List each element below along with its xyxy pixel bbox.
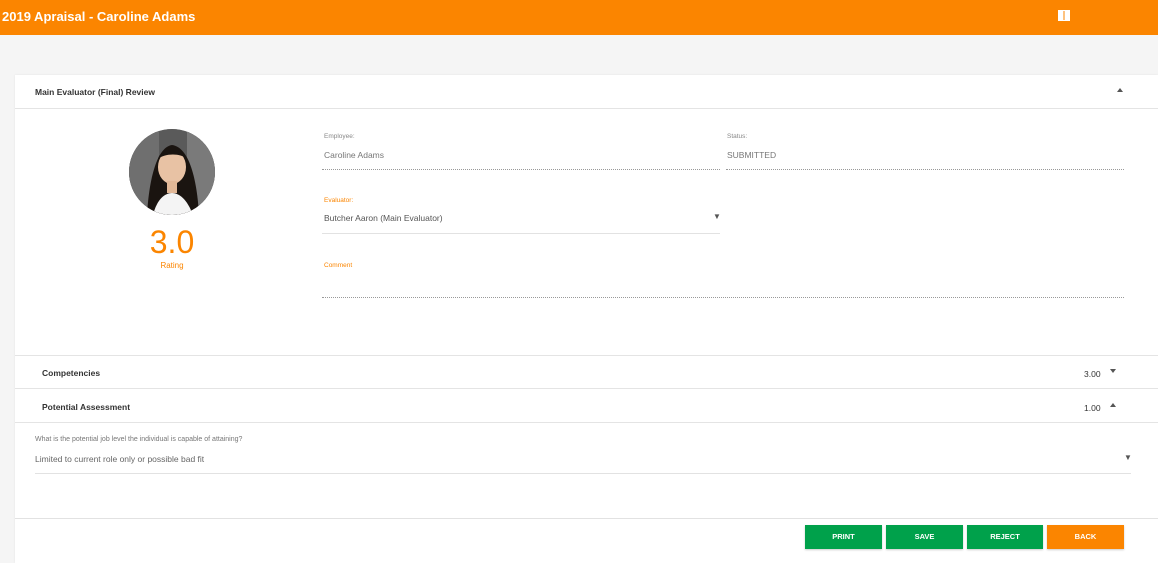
competencies-label: Competencies — [42, 368, 101, 378]
rating-value: 3.0 — [149, 224, 195, 260]
footer-divider — [15, 518, 1158, 519]
book-icon[interactable] — [1058, 10, 1070, 21]
back-button[interactable]: BACK — [1047, 525, 1124, 549]
section-title: Main Evaluator (Final) Review — [35, 87, 155, 97]
evaluator-select[interactable]: Butcher Aaron (Main Evaluator) — [324, 213, 443, 223]
potential-label: Potential Assessment — [42, 402, 131, 412]
print-button[interactable]: PRINT — [805, 525, 882, 549]
potential-score: 1.00 — [1084, 403, 1101, 413]
app-header: 2019 Apraisal - Caroline Adams — [0, 0, 1158, 35]
status-field: SUBMITTED — [727, 150, 777, 160]
collapse-icon[interactable] — [1110, 403, 1116, 407]
status-label: Status: — [727, 133, 748, 140]
potential-select[interactable]: Limited to current role only or possible… — [35, 454, 204, 464]
potential-question: What is the potential job level the indi… — [35, 436, 243, 443]
evaluator-underline — [322, 233, 720, 234]
rating-label: Rating — [160, 261, 184, 270]
competencies-row[interactable]: Competencies 3.00 — [15, 355, 1158, 388]
avatar — [129, 129, 215, 215]
competencies-score: 3.00 — [1084, 369, 1101, 379]
main-review-header[interactable]: Main Evaluator (Final) Review — [15, 75, 1158, 109]
employee-underline — [322, 169, 720, 170]
employee-label: Employee: — [324, 133, 355, 140]
evaluator-dropdown-icon[interactable]: ▼ — [713, 212, 721, 221]
employee-field: Caroline Adams — [324, 150, 385, 160]
save-button[interactable]: SAVE — [886, 525, 963, 549]
comment-input[interactable] — [322, 297, 1124, 298]
reject-button[interactable]: REJECT — [967, 525, 1043, 549]
status-underline — [726, 169, 1124, 170]
appraisal-card: Main Evaluator (Final) Review 3.0 Rating… — [15, 75, 1158, 563]
evaluator-label: Evaluator: — [324, 197, 354, 204]
comment-label: Comment — [324, 262, 353, 269]
potential-dropdown-icon[interactable]: ▼ — [1124, 453, 1132, 462]
page-title: 2019 Apraisal - Caroline Adams — [2, 9, 196, 24]
potential-underline — [35, 473, 1131, 474]
expand-icon[interactable] — [1110, 369, 1116, 373]
potential-row[interactable]: Potential Assessment 1.00 — [15, 388, 1158, 423]
collapse-icon[interactable] — [1117, 88, 1123, 92]
